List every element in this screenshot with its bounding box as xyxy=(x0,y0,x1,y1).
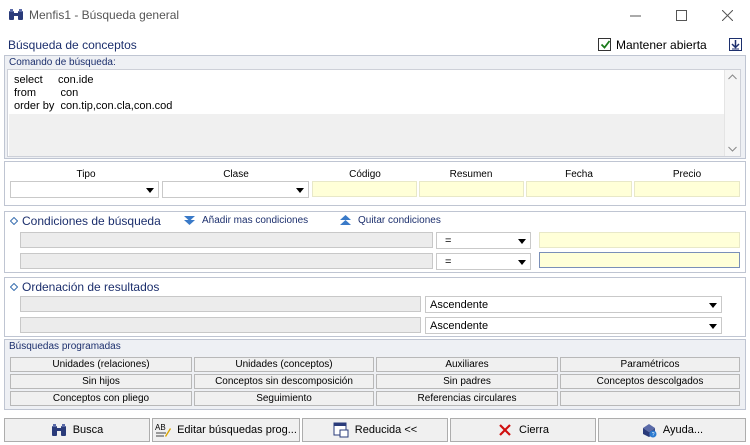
arrow-down-icon xyxy=(731,40,740,50)
command-empty-area xyxy=(9,114,729,156)
condition-field-2[interactable] xyxy=(20,253,433,269)
command-label: Comando de búsqueda: xyxy=(9,57,116,68)
edit-label: Editar búsquedas prog... xyxy=(177,424,297,436)
operator-value: = xyxy=(445,256,452,268)
condition-field-1[interactable] xyxy=(20,232,433,248)
minimize-icon xyxy=(629,15,641,16)
reduce-window-icon xyxy=(333,422,349,438)
chevron-down-icon xyxy=(296,188,304,193)
red-x-icon xyxy=(499,424,511,436)
clase-select[interactable] xyxy=(162,181,309,198)
fecha-input[interactable] xyxy=(526,181,632,197)
prog-empty[interactable] xyxy=(560,391,740,406)
chevron-down-icon xyxy=(146,188,154,193)
tipo-select[interactable] xyxy=(10,181,159,198)
col-header-tipo: Tipo xyxy=(76,169,96,180)
resumen-input[interactable] xyxy=(419,181,524,197)
maximize-button[interactable] xyxy=(658,0,704,30)
reduced-label: Reducida << xyxy=(354,424,418,436)
title-bar[interactable]: Menfis1 - Búsqueda general xyxy=(0,0,750,30)
conditions-title: Condiciones de búsqueda xyxy=(22,214,161,228)
minimize-button[interactable] xyxy=(612,0,658,30)
prog-descolgados[interactable]: Conceptos descolgados xyxy=(560,374,740,389)
prog-unidades-relaciones[interactable]: Unidades (relaciones) xyxy=(10,357,192,372)
remove-rows-icon xyxy=(340,215,351,225)
command-text: select con.ide from con order by con.tip,c… xyxy=(14,74,173,112)
condition-value-1[interactable] xyxy=(539,232,740,248)
prog-sin-descomposicion[interactable]: Conceptos sin descomposición xyxy=(194,374,374,389)
add-rows-icon xyxy=(184,216,195,225)
search-window: Menfis1 - Búsqueda general Búsqueda de c… xyxy=(0,0,750,445)
prog-con-pliego[interactable]: Conceptos con pliego xyxy=(10,391,192,406)
close-button[interactable]: Cierra xyxy=(450,418,596,442)
direction-value: Ascendente xyxy=(430,320,489,332)
remove-conditions-label: Quitar condiciones xyxy=(358,215,441,226)
ordering-field-2[interactable] xyxy=(20,317,421,333)
prog-sin-hijos[interactable]: Sin hijos xyxy=(10,374,192,389)
ordering-direction-1[interactable]: Ascendente xyxy=(425,296,722,313)
remove-conditions-button[interactable]: Quitar condiciones xyxy=(339,214,441,227)
collapse-down-button[interactable] xyxy=(729,38,742,51)
operator-value: = xyxy=(445,235,452,247)
binoculars-icon xyxy=(9,9,23,20)
close-label: Cierra xyxy=(519,424,549,436)
diamond-icon xyxy=(10,217,18,225)
binoculars-icon xyxy=(51,424,66,436)
chevron-down-icon xyxy=(709,324,717,329)
header: Búsqueda de conceptos Mantener abierta xyxy=(0,35,750,55)
prog-parametricos[interactable]: Paramétricos xyxy=(560,357,740,372)
ordering-direction-2[interactable]: Ascendente xyxy=(425,317,722,334)
prog-seguimiento[interactable]: Seguimiento xyxy=(194,391,374,406)
scroll-up-icon xyxy=(728,74,737,80)
add-conditions-label: Añadir mas condiciones xyxy=(202,215,309,226)
edit-list-icon: AB xyxy=(155,423,172,437)
help-label: Ayuda... xyxy=(662,424,704,436)
window-title: Menfis1 - Búsqueda general xyxy=(29,8,180,22)
col-header-resumen: Resumen xyxy=(449,169,493,180)
diamond-icon xyxy=(10,283,18,291)
page-title: Búsqueda de conceptos xyxy=(8,38,137,52)
scroll-down-icon xyxy=(728,146,737,152)
keep-open-checkbox[interactable] xyxy=(598,38,611,51)
col-header-codigo: Código xyxy=(349,169,381,180)
col-header-clase: Clase xyxy=(223,169,249,180)
checkmark-icon xyxy=(600,40,611,49)
command-textarea[interactable]: select con.ide from con order by con.tip,c… xyxy=(7,69,741,157)
precio-input[interactable] xyxy=(634,181,740,197)
chevron-down-icon xyxy=(518,239,526,244)
reduced-button[interactable]: Reducida << xyxy=(302,418,448,442)
condition-operator-2[interactable]: = xyxy=(436,253,531,270)
edit-programmed-button[interactable]: AB Editar búsquedas prog... xyxy=(152,418,300,442)
maximize-icon xyxy=(675,9,687,21)
svg-text:AB: AB xyxy=(155,423,166,432)
close-icon xyxy=(721,9,733,21)
command-scrollbar[interactable] xyxy=(724,70,740,156)
condition-value-2[interactable] xyxy=(539,252,740,268)
condition-operator-1[interactable]: = xyxy=(436,232,531,249)
close-window-button[interactable] xyxy=(704,0,750,30)
chevron-down-icon xyxy=(709,303,717,308)
help-icon: ? xyxy=(642,424,657,438)
ordering-title: Ordenación de resultados xyxy=(22,280,160,294)
prog-referencias-circulares[interactable]: Referencias circulares xyxy=(376,391,558,406)
add-conditions-button[interactable]: Añadir mas condiciones xyxy=(183,214,308,227)
keep-open-label: Mantener abierta xyxy=(616,38,707,52)
col-header-fecha: Fecha xyxy=(565,169,593,180)
programmed-label: Búsquedas programadas xyxy=(9,341,121,352)
search-button[interactable]: Busca xyxy=(4,418,150,442)
prog-sin-padres[interactable]: Sin padres xyxy=(376,374,558,389)
prog-unidades-conceptos[interactable]: Unidades (conceptos) xyxy=(194,357,374,372)
help-button[interactable]: ? Ayuda... xyxy=(598,418,746,442)
search-label: Busca xyxy=(72,424,104,436)
svg-text:?: ? xyxy=(652,432,655,438)
direction-value: Ascendente xyxy=(430,299,489,311)
ordering-field-1[interactable] xyxy=(20,296,421,312)
col-header-precio: Precio xyxy=(672,169,702,180)
prog-auxiliares[interactable]: Auxiliares xyxy=(376,357,558,372)
codigo-input[interactable] xyxy=(312,181,417,197)
chevron-down-icon xyxy=(518,260,526,265)
